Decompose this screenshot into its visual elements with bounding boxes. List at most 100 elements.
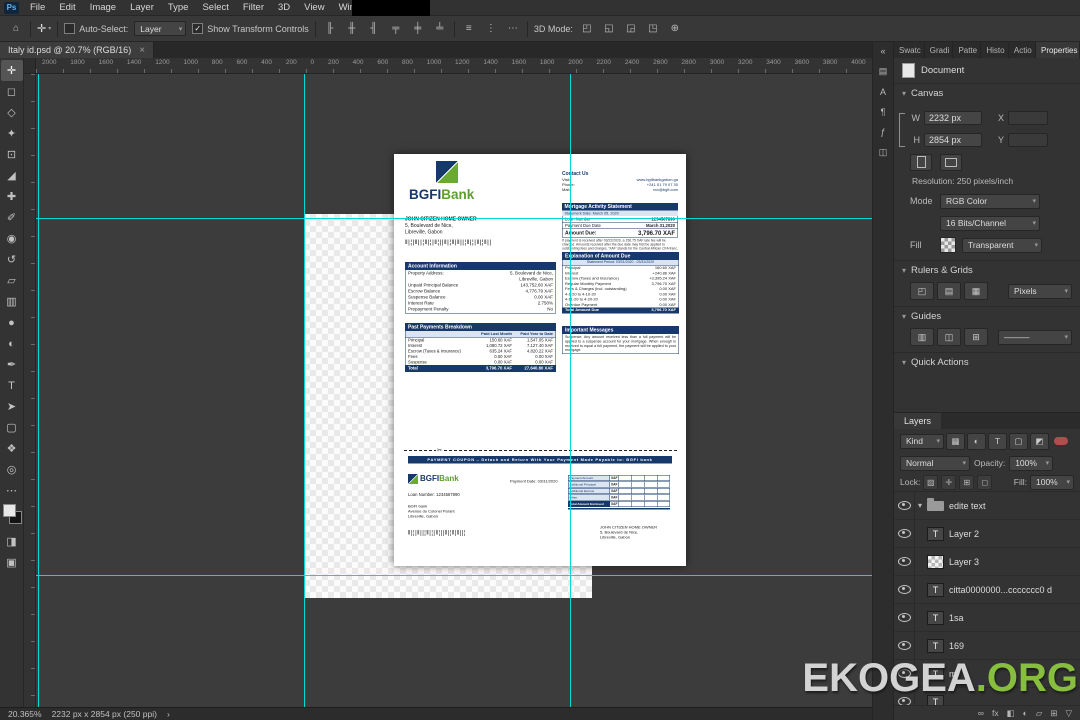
- layer-row[interactable]: Layer 3: [894, 548, 1080, 576]
- layer-filter-toggle-icon[interactable]: [1054, 437, 1068, 445]
- menu-item[interactable]: Layer: [123, 2, 161, 13]
- brushes-panel-icon[interactable]: ▤: [879, 66, 888, 77]
- glyphs-panel-icon[interactable]: ƒ: [880, 127, 885, 137]
- gradient-tool[interactable]: ▥: [1, 291, 23, 312]
- panel-tab[interactable]: Gradi: [925, 42, 954, 58]
- layer-row[interactable]: T 1sa: [894, 604, 1080, 632]
- guide-vertical-center[interactable]: [570, 74, 571, 708]
- brush-tool[interactable]: ✐: [1, 207, 23, 228]
- marquee-tool[interactable]: ◻: [1, 81, 23, 102]
- menu-item[interactable]: View: [297, 2, 331, 13]
- guide-layout-icon[interactable]: ◫: [937, 328, 961, 346]
- eyedropper-tool[interactable]: ◢: [1, 165, 23, 186]
- landscape-orientation-button[interactable]: [940, 153, 962, 171]
- color-swatches[interactable]: [1, 503, 23, 529]
- character-panel-icon[interactable]: A: [880, 87, 886, 97]
- guide-vertical-canvas-left[interactable]: [304, 74, 305, 708]
- paragraph-panel-icon[interactable]: ¶: [881, 107, 886, 117]
- menu-item[interactable]: Select: [195, 2, 235, 13]
- auto-select-checkbox[interactable]: [64, 23, 76, 34]
- menu-item[interactable]: File: [23, 2, 52, 13]
- layer-name[interactable]: 1sa: [949, 613, 1080, 623]
- collapse-panels-icon[interactable]: «: [880, 46, 885, 56]
- panel-tab[interactable]: Swatc: [894, 42, 925, 58]
- layers-tab[interactable]: Layers: [894, 413, 942, 429]
- 3d-orbit-icon[interactable]: ◰: [579, 21, 595, 37]
- document-page[interactable]: BGFIBank JOHN CITIZEN HOME OWNER 5, Boul…: [394, 154, 686, 566]
- group-expand-caret[interactable]: ▾: [915, 501, 925, 510]
- canvas-section-header[interactable]: Canvas: [894, 83, 1080, 103]
- layer-name[interactable]: Layer 2: [949, 529, 1080, 539]
- canvas-area[interactable]: BGFIBank JOHN CITIZEN HOME OWNER 5, Boul…: [36, 74, 872, 708]
- toggle-rulers-icon[interactable]: ◰: [910, 282, 934, 300]
- eraser-tool[interactable]: ▱: [1, 270, 23, 291]
- new-layer-icon[interactable]: ⊞: [1050, 708, 1057, 719]
- visibility-toggle[interactable]: [894, 604, 915, 631]
- adjustment-layer-icon[interactable]: ◐: [1023, 708, 1028, 718]
- more-align-options-icon[interactable]: ⋯: [505, 21, 521, 37]
- path-selection-tool[interactable]: ➤: [1, 396, 23, 417]
- filter-type-layers-icon[interactable]: T: [988, 432, 1007, 450]
- quick-mask-icon[interactable]: ◨: [1, 531, 23, 552]
- menu-item[interactable]: Image: [83, 2, 123, 13]
- hand-tool[interactable]: ❖: [1, 438, 23, 459]
- vertical-ruler[interactable]: [24, 74, 36, 708]
- align-bottom-edges-icon[interactable]: ╧: [432, 21, 448, 37]
- layer-row[interactable]: T Layer 2: [894, 520, 1080, 548]
- blur-tool[interactable]: ●: [1, 312, 23, 333]
- menu-item[interactable]: Filter: [236, 2, 271, 13]
- layer-name[interactable]: Layer 3: [949, 557, 1080, 567]
- align-right-edges-icon[interactable]: ╢: [366, 21, 382, 37]
- lock-pixels-icon[interactable]: ✛: [941, 474, 957, 490]
- distribute-horizontal-icon[interactable]: ⋮: [483, 21, 499, 37]
- align-top-edges-icon[interactable]: ╤: [388, 21, 404, 37]
- fill-checker-swatch[interactable]: [940, 237, 956, 253]
- layer-row[interactable]: T citta0000000...ccccccc0 d: [894, 576, 1080, 604]
- distribute-vertical-icon[interactable]: ≡: [461, 21, 477, 37]
- canvas-height-field[interactable]: 2854 px: [924, 133, 982, 147]
- properties-document-row[interactable]: Document: [894, 58, 1080, 83]
- 3d-pan-icon[interactable]: ◲: [623, 21, 639, 37]
- menu-item[interactable]: Type: [161, 2, 196, 13]
- guide-horizontal-top[interactable]: [36, 218, 872, 219]
- guides-section-header[interactable]: Guides: [894, 306, 1080, 326]
- foreground-color-swatch[interactable]: [2, 504, 16, 517]
- pen-tool[interactable]: ✒: [1, 354, 23, 375]
- history-brush-tool[interactable]: ↺: [1, 249, 23, 270]
- crop-tool[interactable]: ⊡: [1, 144, 23, 165]
- ruler-units-icon[interactable]: ▤: [937, 282, 961, 300]
- tab-close-icon[interactable]: ×: [139, 45, 145, 56]
- new-guide-icon[interactable]: ▥: [910, 328, 934, 346]
- link-layers-icon[interactable]: ∞: [978, 708, 984, 718]
- lasso-tool[interactable]: ◇: [1, 102, 23, 123]
- align-left-edges-icon[interactable]: ╟: [322, 21, 338, 37]
- wh-link-bracket[interactable]: [899, 113, 905, 147]
- show-transform-controls-checkbox[interactable]: [192, 23, 204, 34]
- 3d-roll-icon[interactable]: ◱: [601, 21, 617, 37]
- blend-mode-select[interactable]: Normal: [900, 455, 970, 471]
- canvas-width-field[interactable]: 2232 px: [924, 111, 982, 125]
- filter-pixel-layers-icon[interactable]: ▦: [946, 432, 965, 450]
- filter-smart-objects-icon[interactable]: ◩: [1030, 432, 1049, 450]
- status-chevron-icon[interactable]: ›: [167, 709, 170, 719]
- panel-tab[interactable]: Properties: [1035, 42, 1080, 58]
- opacity-select[interactable]: 100%: [1009, 455, 1054, 471]
- layer-name[interactable]: edite text: [949, 501, 1080, 511]
- type-tool[interactable]: T: [1, 375, 23, 396]
- zoom-level[interactable]: 20.365%: [8, 709, 42, 719]
- visibility-toggle[interactable]: [894, 548, 915, 575]
- panel-tab[interactable]: Histo: [981, 42, 1009, 58]
- guide-style-select[interactable]: ———: [998, 329, 1072, 345]
- edit-toolbar-icon[interactable]: ⋯: [1, 480, 23, 501]
- auto-select-target-select[interactable]: Layer: [134, 21, 187, 36]
- horizontal-ruler[interactable]: 2000 1800 1600 1400 1200 1000 800 600 400 200 0 200…: [36, 58, 872, 74]
- dodge-tool[interactable]: ◐: [1, 333, 23, 354]
- menu-item[interactable]: 3D: [271, 2, 297, 13]
- home-icon[interactable]: ⌂: [8, 21, 24, 37]
- guide-vertical-left[interactable]: [38, 74, 39, 708]
- clear-guides-icon[interactable]: ⊞: [964, 328, 988, 346]
- toggle-grid-icon[interactable]: ▦: [964, 282, 988, 300]
- layer-effects-icon[interactable]: fx: [992, 708, 999, 718]
- units-select[interactable]: Pixels: [1008, 283, 1072, 299]
- 3d-slide-icon[interactable]: ◳: [645, 21, 661, 37]
